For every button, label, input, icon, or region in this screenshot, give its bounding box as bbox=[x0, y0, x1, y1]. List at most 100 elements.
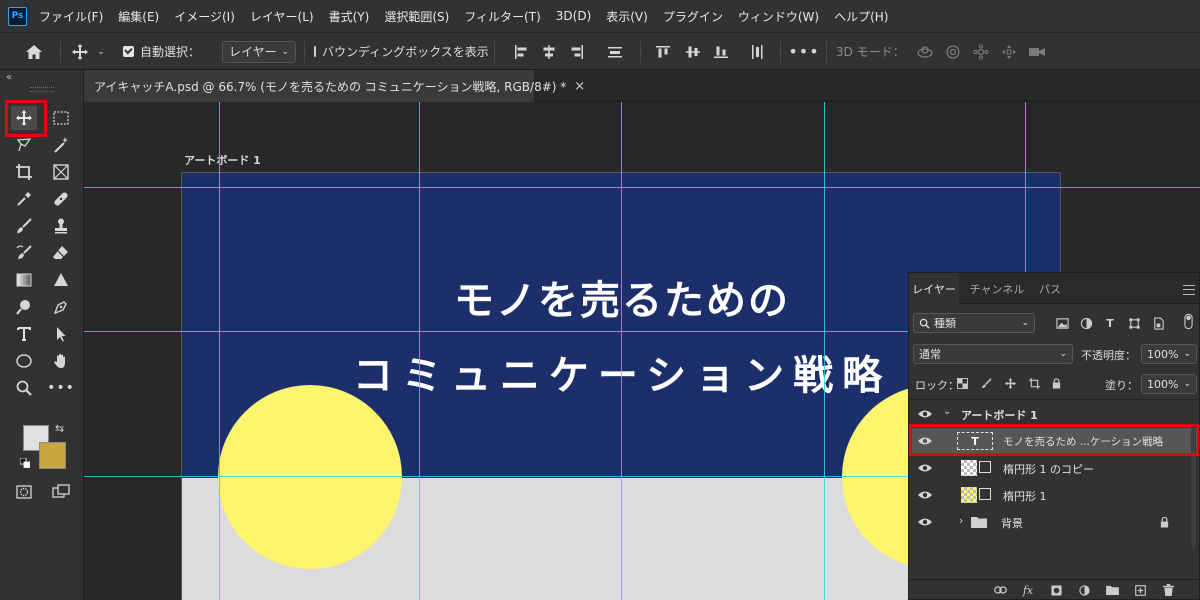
screen-mode-button[interactable] bbox=[48, 480, 74, 504]
chevron-right-icon[interactable]: › bbox=[959, 514, 963, 527]
blur-tool[interactable] bbox=[48, 268, 74, 292]
opacity-field[interactable]: 100% ⌄ bbox=[1141, 344, 1197, 364]
tab-channels[interactable]: チャンネル bbox=[961, 273, 1033, 304]
crop-tool[interactable] bbox=[11, 160, 37, 184]
filter-pixel-icon[interactable] bbox=[1055, 316, 1069, 330]
clone-stamp-tool[interactable] bbox=[48, 214, 74, 238]
3d-camera-button[interactable] bbox=[1026, 33, 1048, 70]
swap-colors-icon[interactable]: ⇆ bbox=[55, 422, 64, 435]
trash-icon[interactable] bbox=[1161, 583, 1175, 597]
tab-paths[interactable]: パス bbox=[1033, 273, 1067, 304]
layer-filter-dropdown[interactable]: 種類 ⌄ bbox=[913, 313, 1035, 333]
link-layers-icon[interactable] bbox=[993, 583, 1007, 597]
layer-row-ellipse[interactable]: 楕円形 1 bbox=[909, 482, 1199, 509]
menu-3d[interactable]: 3D(D) bbox=[556, 9, 591, 23]
document-tab[interactable]: アイキャッチA.psd @ 66.7% (モノを売るための コミュニケーション戦… bbox=[84, 70, 585, 102]
filter-type-icon[interactable]: T bbox=[1103, 316, 1117, 330]
pen-tool[interactable] bbox=[48, 295, 74, 319]
blend-mode-dropdown[interactable]: 通常 ⌄ bbox=[913, 344, 1073, 364]
distribute-button[interactable] bbox=[604, 33, 626, 70]
tab-layers[interactable]: レイヤー bbox=[909, 273, 959, 304]
home-button[interactable] bbox=[20, 33, 48, 70]
magic-wand-tool[interactable] bbox=[48, 133, 74, 157]
chevron-down-icon[interactable]: ⌄ bbox=[94, 33, 108, 70]
menu-window[interactable]: ウィンドウ(W) bbox=[738, 8, 819, 25]
panel-grip[interactable] bbox=[30, 87, 54, 92]
lock-pixels-icon[interactable] bbox=[979, 376, 993, 390]
default-colors-icon[interactable] bbox=[20, 458, 30, 468]
menu-layer[interactable]: レイヤー(L) bbox=[250, 8, 314, 25]
new-group-icon[interactable] bbox=[1105, 583, 1119, 597]
3d-roll-button[interactable] bbox=[942, 33, 964, 70]
chevron-down-icon[interactable]: ⌄ bbox=[943, 406, 951, 417]
edit-toolbar-icon[interactable]: ••• bbox=[47, 376, 74, 400]
hand-tool[interactable] bbox=[48, 349, 74, 373]
layer-row-background-group[interactable]: › 背景 bbox=[909, 509, 1199, 536]
lock-position-icon[interactable] bbox=[1003, 376, 1017, 390]
lock-transparent-icon[interactable] bbox=[955, 376, 969, 390]
layers-scrollbar[interactable] bbox=[1191, 428, 1196, 548]
panel-menu-icon[interactable] bbox=[1183, 285, 1195, 295]
distribute-vertical-button[interactable] bbox=[746, 33, 768, 70]
3d-slide-button[interactable] bbox=[998, 33, 1020, 70]
add-mask-icon[interactable] bbox=[1049, 583, 1063, 597]
menu-type[interactable]: 書式(Y) bbox=[329, 8, 370, 25]
filter-adjustment-icon[interactable] bbox=[1079, 316, 1093, 330]
artboard-label[interactable]: アートボード 1 bbox=[184, 152, 261, 168]
menu-select[interactable]: 選択範囲(S) bbox=[384, 8, 449, 25]
type-tool[interactable] bbox=[11, 322, 37, 346]
align-top-button[interactable] bbox=[652, 33, 674, 70]
move-tool[interactable] bbox=[11, 106, 37, 130]
layer-row-artboard[interactable]: ⌄ アートボード 1 bbox=[909, 401, 1199, 428]
align-right-button[interactable] bbox=[566, 33, 588, 70]
menu-help[interactable]: ヘルプ(H) bbox=[834, 8, 888, 25]
menu-filter[interactable]: フィルター(T) bbox=[464, 8, 540, 25]
align-vertical-center-button[interactable] bbox=[682, 33, 704, 70]
align-bottom-button[interactable] bbox=[710, 33, 732, 70]
ellipse-tool[interactable] bbox=[11, 349, 37, 373]
new-layer-icon[interactable] bbox=[1133, 583, 1147, 597]
menu-file[interactable]: ファイル(F) bbox=[39, 8, 103, 25]
auto-select-checkbox[interactable]: 自動選択： bbox=[123, 33, 213, 70]
menu-image[interactable]: イメージ(I) bbox=[174, 8, 235, 25]
eye-icon[interactable] bbox=[917, 488, 933, 502]
menu-edit[interactable]: 編集(E) bbox=[118, 8, 159, 25]
align-horizontal-center-button[interactable] bbox=[538, 33, 560, 70]
marquee-tool[interactable] bbox=[48, 106, 74, 130]
more-options-icon[interactable]: ••• bbox=[788, 33, 818, 70]
3d-orbit-button[interactable] bbox=[914, 33, 936, 70]
3d-pan-button[interactable] bbox=[970, 33, 992, 70]
fill-field[interactable]: 100% ⌄ bbox=[1141, 374, 1197, 394]
brush-tool[interactable] bbox=[11, 214, 37, 238]
quick-mask-button[interactable] bbox=[11, 480, 37, 504]
background-color-swatch[interactable] bbox=[39, 442, 66, 469]
auto-select-target-dropdown[interactable]: レイヤー ⌄ bbox=[222, 40, 296, 63]
gradient-tool[interactable] bbox=[11, 268, 37, 292]
lock-all-icon[interactable] bbox=[1049, 376, 1063, 390]
zoom-tool[interactable] bbox=[11, 376, 37, 400]
filter-shape-icon[interactable] bbox=[1127, 316, 1141, 330]
adjustment-layer-icon[interactable] bbox=[1077, 583, 1091, 597]
filter-smart-object-icon[interactable] bbox=[1151, 316, 1165, 330]
frame-tool[interactable] bbox=[48, 160, 74, 184]
history-brush-tool[interactable] bbox=[11, 241, 37, 265]
filter-toggle-icon[interactable] bbox=[1181, 313, 1195, 329]
healing-brush-tool[interactable] bbox=[48, 187, 74, 211]
path-selection-tool[interactable] bbox=[48, 322, 74, 346]
eye-icon[interactable] bbox=[917, 407, 933, 421]
menu-plugins[interactable]: プラグイン bbox=[663, 8, 723, 25]
fx-icon[interactable]: fx bbox=[1021, 583, 1035, 597]
eye-icon[interactable] bbox=[917, 461, 933, 475]
menu-view[interactable]: 表示(V) bbox=[606, 8, 648, 25]
lasso-tool[interactable] bbox=[11, 133, 37, 157]
eraser-tool[interactable] bbox=[48, 241, 74, 265]
lock-artboard-icon[interactable] bbox=[1027, 376, 1041, 390]
layer-row-text-selected[interactable]: T モノを売るため ...ケーション戦略 bbox=[909, 428, 1199, 454]
move-tool-preset[interactable] bbox=[68, 33, 92, 70]
eye-icon[interactable] bbox=[917, 434, 933, 448]
bounding-box-checkbox[interactable]: バウンディングボックスを表示 bbox=[314, 33, 489, 70]
align-left-button[interactable] bbox=[510, 33, 532, 70]
dodge-tool[interactable] bbox=[11, 295, 37, 319]
layer-row-ellipse-copy[interactable]: 楕円形 1 のコピー bbox=[909, 455, 1199, 482]
eyedropper-tool[interactable] bbox=[11, 187, 37, 211]
